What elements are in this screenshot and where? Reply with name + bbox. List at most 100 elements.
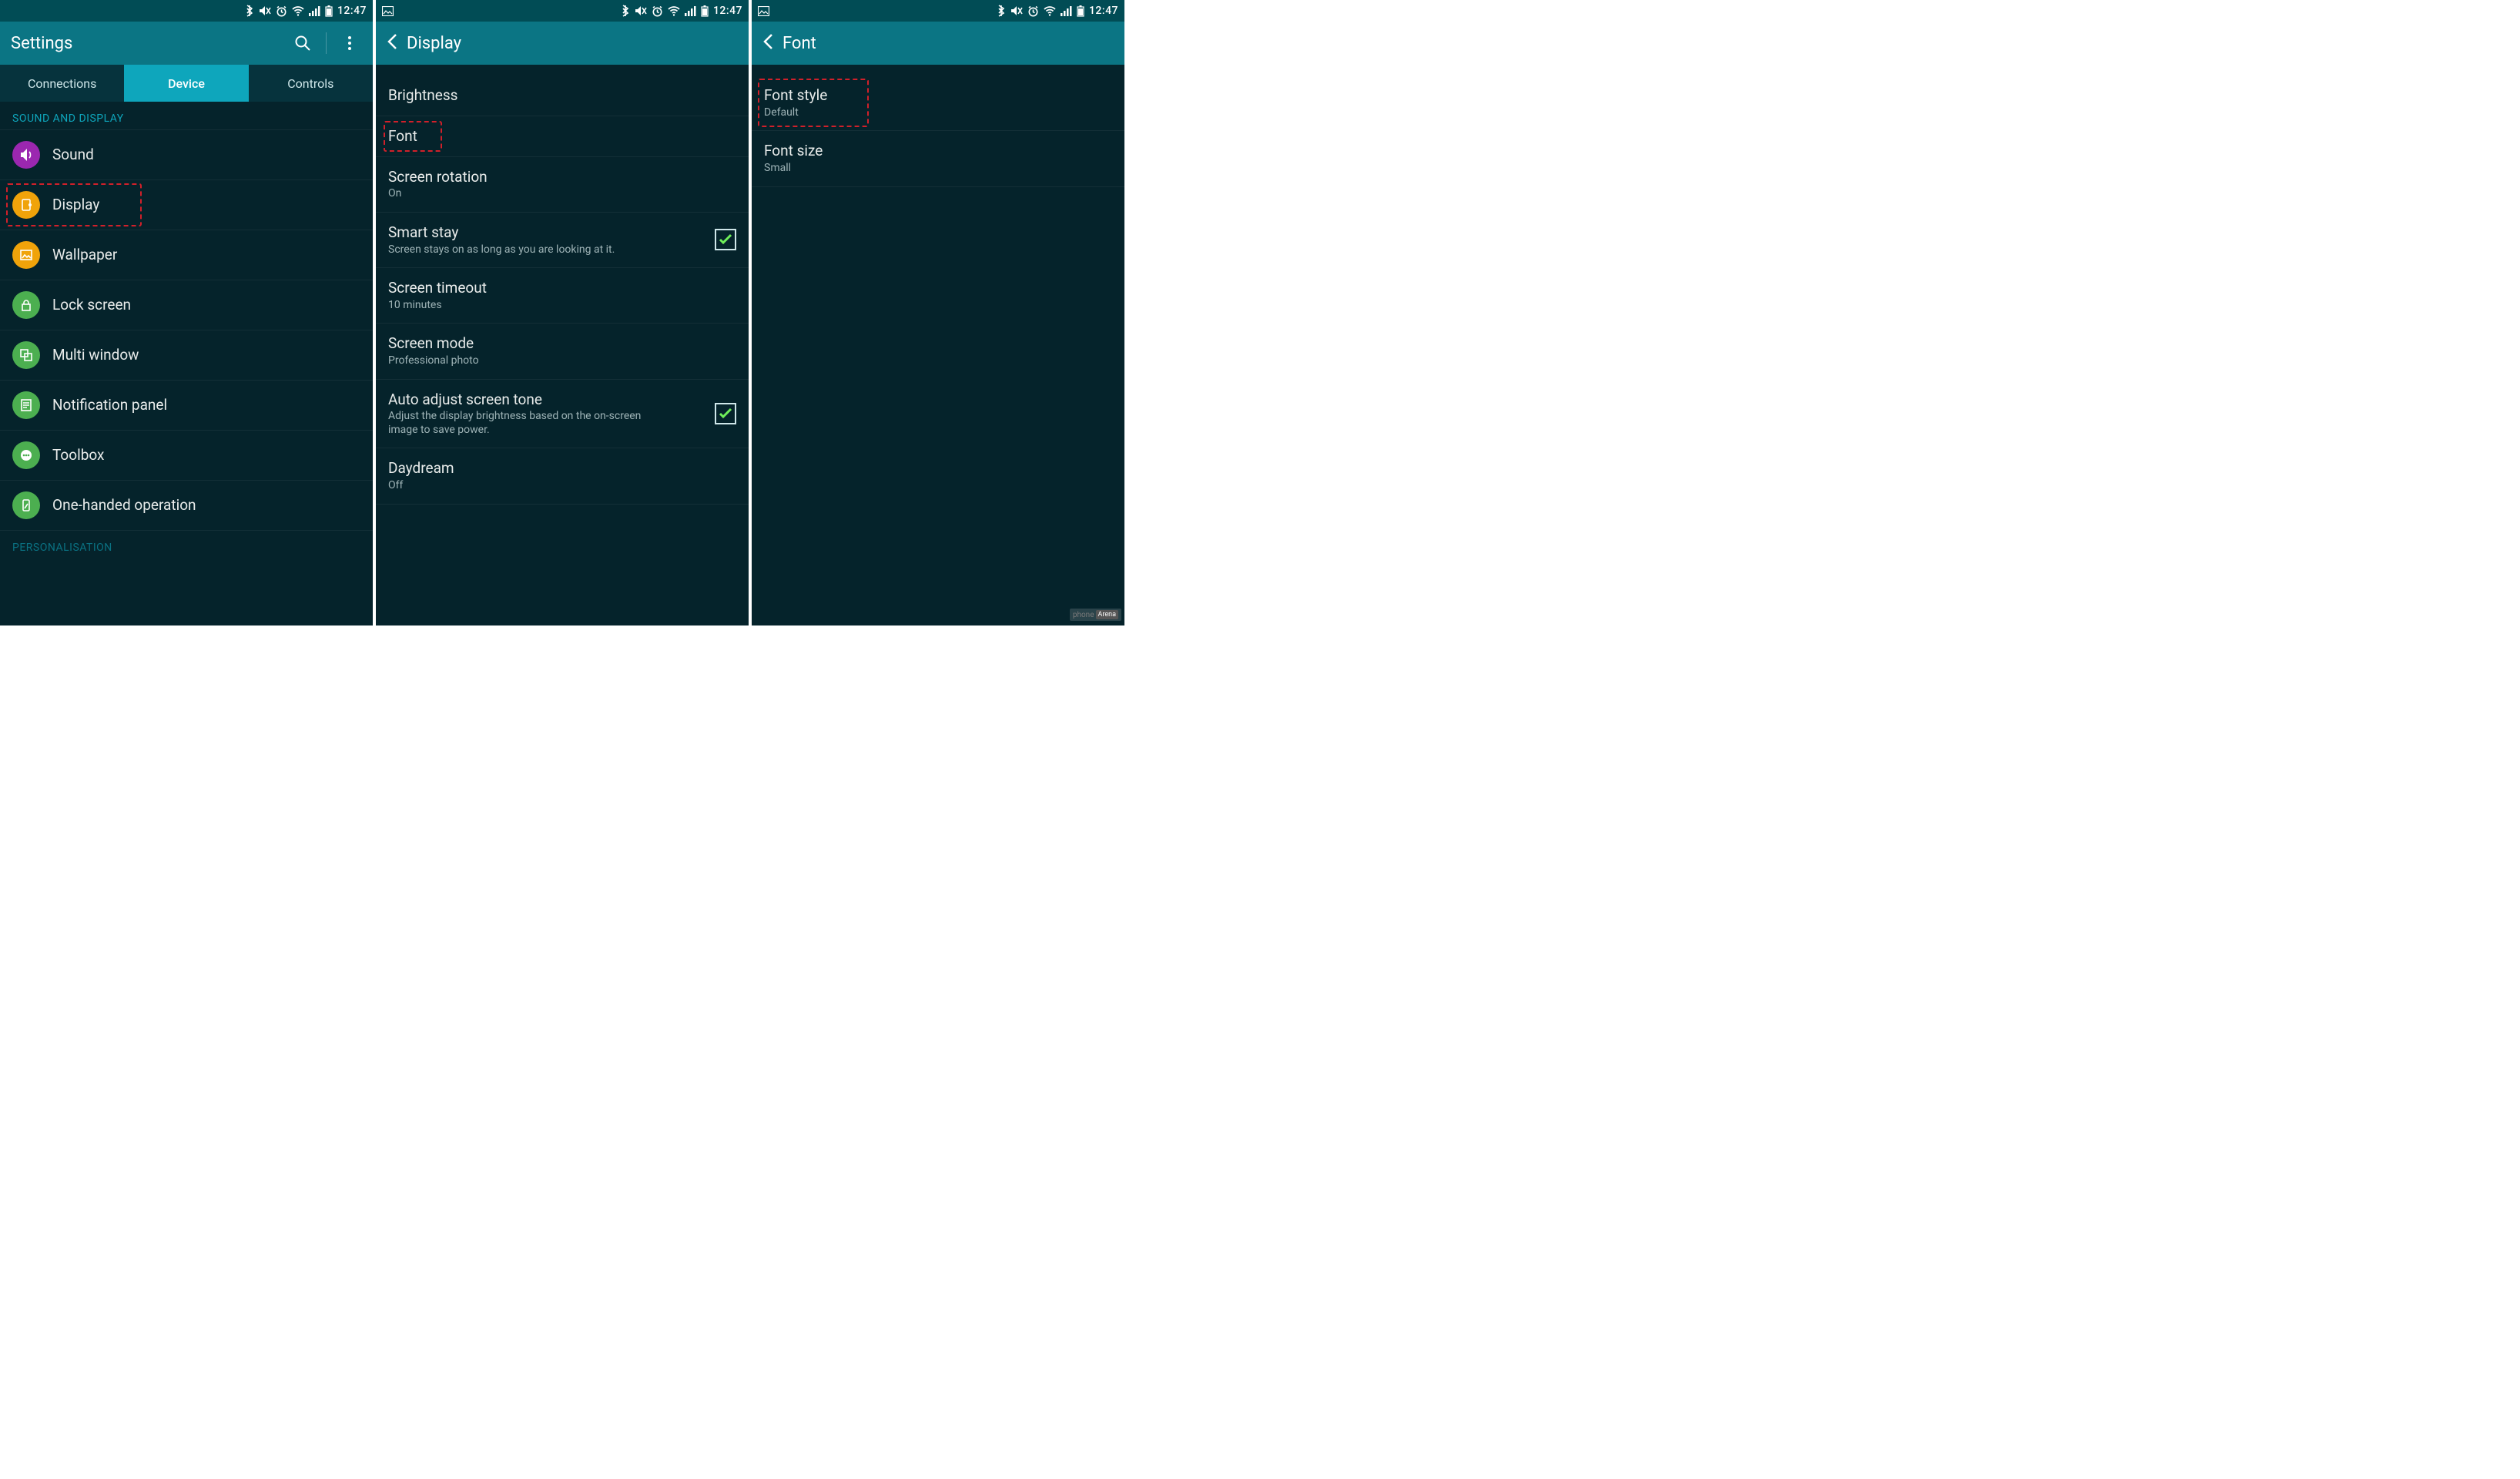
display-item-label: Brightness xyxy=(388,86,736,105)
tabs: Connections Device Controls xyxy=(0,65,373,102)
screen-display: 12:47 Display Brightness Font Screen rotat… xyxy=(376,0,749,625)
tab-controls[interactable]: Controls xyxy=(249,65,373,102)
back-button[interactable] xyxy=(387,29,400,58)
action-bar: Font xyxy=(752,22,1124,65)
action-bar-divider xyxy=(326,32,327,54)
screen-font: 12:47 Font Font styleDefault Font size Sma… xyxy=(752,0,1124,625)
wifi-icon xyxy=(1044,6,1056,16)
settings-item-one-handed-operation[interactable]: One-handed operation xyxy=(0,481,373,531)
signal-icon xyxy=(685,6,696,16)
page-title: Settings xyxy=(11,34,280,53)
bluetooth-icon xyxy=(245,5,254,17)
action-bar: Display xyxy=(376,22,749,65)
back-button[interactable] xyxy=(762,29,776,58)
display-item-sub: Off xyxy=(388,479,665,493)
settings-item-toolbox[interactable]: Toolbox xyxy=(0,431,373,481)
settings-item-label: Notification panel xyxy=(52,396,360,414)
checkbox-checked[interactable] xyxy=(715,403,736,424)
font-item-label: Font size xyxy=(764,142,1112,160)
font-item-sub: Small xyxy=(764,162,1112,176)
overflow-menu-button[interactable] xyxy=(333,26,367,60)
signal-icon xyxy=(309,6,320,16)
section-header-personalisation: PERSONALISATION xyxy=(0,531,373,558)
settings-item-label: Display xyxy=(52,196,360,214)
font-item-font-style[interactable]: Font styleDefault xyxy=(752,75,1124,131)
sound-icon xyxy=(12,141,40,169)
alarm-icon xyxy=(1027,5,1039,17)
one-handed-icon xyxy=(12,491,40,519)
image-saved-icon xyxy=(382,6,394,16)
search-button[interactable] xyxy=(286,26,320,60)
status-bar: 12:47 xyxy=(0,0,373,22)
display-item-smart-stay[interactable]: Smart stayScreen stays on as long as you… xyxy=(376,213,749,268)
watermark: phone Arena xyxy=(1070,609,1121,621)
status-time: 12:47 xyxy=(1089,5,1118,17)
settings-item-multi-window[interactable]: Multi window xyxy=(0,330,373,381)
display-item-label: Screen rotation xyxy=(388,168,736,186)
tab-device[interactable]: Device xyxy=(124,65,248,102)
image-saved-icon xyxy=(758,6,769,16)
wifi-icon xyxy=(292,6,304,16)
font-item-label: Font style xyxy=(764,86,1112,105)
settings-item-display[interactable]: Display xyxy=(0,180,373,230)
watermark-text1: phone xyxy=(1073,611,1094,619)
watermark-text2: Arena xyxy=(1096,610,1118,619)
font-item-sub: Default xyxy=(764,106,1112,120)
checkbox-checked[interactable] xyxy=(715,229,736,250)
page-title: Font xyxy=(782,34,1118,53)
settings-item-label: Toolbox xyxy=(52,446,360,464)
wifi-icon xyxy=(668,6,680,16)
display-item-label: Screen mode xyxy=(388,334,736,353)
display-item-daydream[interactable]: DaydreamOff xyxy=(376,448,749,504)
display-item-font[interactable]: Font xyxy=(376,116,749,157)
display-item-screen-rotation[interactable]: Screen rotationOn xyxy=(376,157,749,213)
settings-item-lock-screen[interactable]: Lock screen xyxy=(0,280,373,330)
display-item-brightness[interactable]: Brightness xyxy=(376,75,749,116)
battery-icon xyxy=(325,5,333,17)
display-item-label: Smart stay xyxy=(388,223,702,242)
status-time: 12:47 xyxy=(713,5,742,17)
settings-item-label: Wallpaper xyxy=(52,246,360,264)
display-item-sub: 10 minutes xyxy=(388,299,665,313)
tab-connections[interactable]: Connections xyxy=(0,65,124,102)
display-item-label: Daydream xyxy=(388,459,736,478)
display-item-screen-timeout[interactable]: Screen timeout 10 minutes xyxy=(376,268,749,324)
display-item-label: Font xyxy=(388,127,736,146)
settings-item-label: Multi window xyxy=(52,346,360,364)
display-item-screen-mode[interactable]: Screen modeProfessional photo xyxy=(376,324,749,379)
multi-window-icon xyxy=(12,341,40,369)
bluetooth-icon xyxy=(621,5,630,17)
status-time: 12:47 xyxy=(337,5,367,17)
font-item-font-size[interactable]: Font size Small xyxy=(752,131,1124,186)
page-title: Display xyxy=(407,34,742,53)
battery-icon xyxy=(701,5,709,17)
mute-icon xyxy=(259,5,271,16)
section-header-sound-display: SOUND AND DISPLAY xyxy=(0,102,373,130)
signal-icon xyxy=(1061,6,1072,16)
settings-item-sound[interactable]: Sound xyxy=(0,130,373,180)
display-item-label: Auto adjust screen tone xyxy=(388,391,702,409)
display-item-sub: Professional photo xyxy=(388,354,665,368)
alarm-icon xyxy=(652,5,663,17)
bluetooth-icon xyxy=(997,5,1006,17)
settings-item-notification-panel[interactable]: Notification panel xyxy=(0,381,373,431)
status-bar: 12:47 xyxy=(752,0,1124,22)
wallpaper-icon xyxy=(12,241,40,269)
settings-item-label: Sound xyxy=(52,146,360,164)
alarm-icon xyxy=(276,5,287,17)
lock-screen-icon xyxy=(12,291,40,319)
status-bar: 12:47 xyxy=(376,0,749,22)
display-icon xyxy=(12,191,40,219)
settings-item-wallpaper[interactable]: Wallpaper xyxy=(0,230,373,280)
action-bar: Settings xyxy=(0,22,373,65)
mute-icon xyxy=(1010,5,1023,16)
notification-panel-icon xyxy=(12,391,40,419)
display-item-sub: Screen stays on as long as you are looki… xyxy=(388,243,665,257)
settings-item-label: Lock screen xyxy=(52,296,360,314)
screen-settings: 12:47 Settings Connections Device Contro… xyxy=(0,0,373,625)
display-item-sub: Adjust the display brightness based on t… xyxy=(388,410,665,437)
display-item-label: Screen timeout xyxy=(388,279,736,297)
battery-icon xyxy=(1077,5,1084,17)
display-item-auto-adjust-screen-tone[interactable]: Auto adjust screen toneAdjust the displa… xyxy=(376,380,749,449)
mute-icon xyxy=(635,5,647,16)
